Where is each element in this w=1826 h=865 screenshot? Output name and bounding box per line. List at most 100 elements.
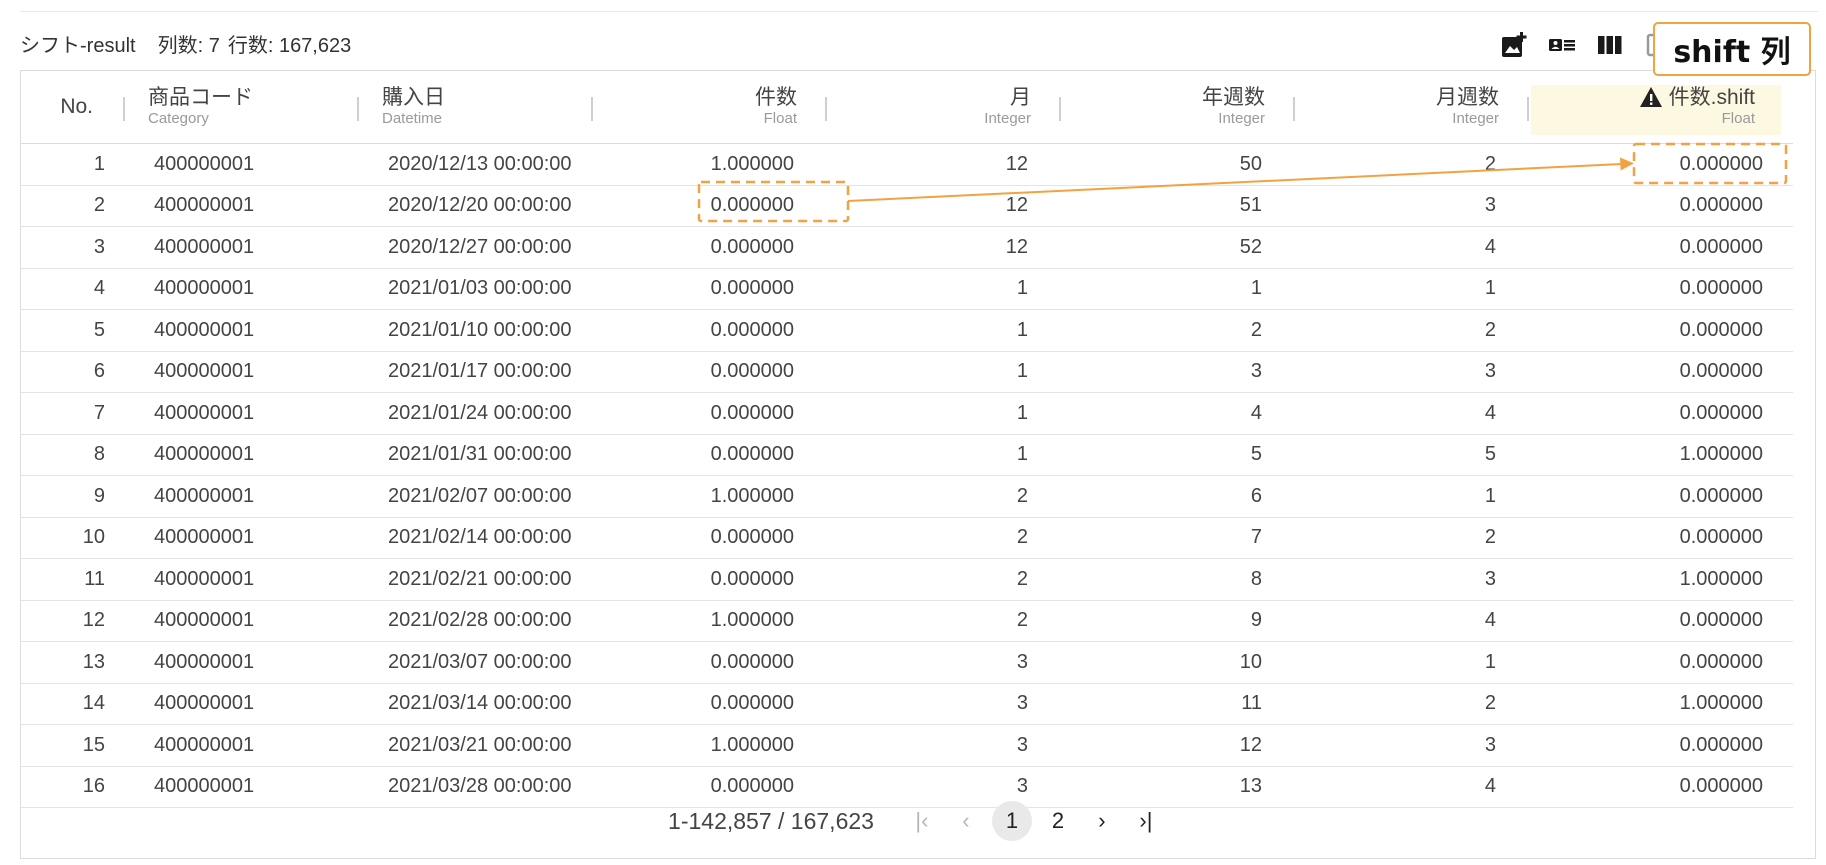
pagination-range: 1-142,857 / 167,623 [668,807,874,834]
page-button-1[interactable]: 1 [991,801,1032,841]
cell-month: 12 [825,185,1059,227]
column-header-month-week[interactable]: 月週数 Integer [1293,71,1527,144]
column-separator[interactable] [825,97,827,121]
cell-product-code: 400000001 [123,641,357,684]
cell-no: 6 [21,351,123,393]
cell-product-code: 400000001 [123,724,357,767]
next-page-button[interactable]: › [1084,801,1120,841]
cell-purchase-date: 2021/02/07 00:00:00 [357,475,591,518]
table-row[interactable]: 4 400000001 2021/01/03 00:00:00 0.000000 1 1 1… [21,268,1793,310]
column-separator[interactable] [357,97,359,121]
cell-month: 2 [825,475,1059,518]
column-header-no[interactable]: No. [21,71,123,144]
table-row[interactable]: 10 400000001 2021/02/14 00:00:00 0.000000 2 7… [21,517,1793,559]
card-list-icon[interactable] [1548,31,1576,59]
cell-product-code: 400000001 [123,558,357,601]
column-name: 件数 [755,86,797,109]
column-header-year-week[interactable]: 年週数 Integer [1059,71,1293,144]
cell-product-code: 400000001 [123,309,357,352]
cell-purchase-date: 2021/01/17 00:00:00 [357,351,591,393]
column-header-month[interactable]: 月 Integer [825,71,1059,144]
table-row[interactable]: 12 400000001 2021/02/28 00:00:00 1.000000 2 9… [21,600,1793,642]
cell-month-week: 3 [1293,351,1527,393]
cell-count: 0.000000 [591,268,825,310]
column-separator[interactable] [1059,97,1061,121]
column-separator[interactable] [123,97,125,121]
cell-no: 11 [21,558,123,601]
column-separator[interactable] [591,97,593,121]
cell-month-week: 2 [1293,517,1527,559]
cell-year-week: 5 [1059,434,1293,476]
column-header-product-code[interactable]: 商品コード Category [123,71,357,144]
column-name: 月 [1010,86,1031,109]
table-row[interactable]: 2 400000001 2020/12/20 00:00:00 0.000000 12 5… [21,185,1793,227]
page-button-2[interactable]: 2 [1040,801,1076,841]
cell-year-week: 4 [1059,392,1293,435]
table-row[interactable]: 6 400000001 2021/01/17 00:00:00 0.000000 1 3 3… [21,351,1793,393]
cell-no: 14 [21,683,123,725]
cell-no: 12 [21,600,123,642]
cell-count-shift: 1.000000 [1527,683,1793,725]
table-row[interactable]: 13 400000001 2021/03/07 00:00:00 0.000000 3 1… [21,641,1793,684]
column-header-count-shift[interactable]: 件数.shift Float [1527,71,1793,144]
cell-month-week: 2 [1293,143,1527,186]
column-separator[interactable] [1293,97,1295,121]
cell-month: 12 [825,143,1059,186]
prev-page-button[interactable]: ‹ [948,801,984,841]
table-row[interactable]: 14 400000001 2021/03/14 00:00:00 0.000000 3 1… [21,683,1793,725]
table-row[interactable]: 15 400000001 2021/03/21 00:00:00 1.000000 3 1… [21,724,1793,767]
table-row[interactable]: 8 400000001 2021/01/31 00:00:00 0.000000 1 5 5… [21,434,1793,476]
cell-product-code: 400000001 [123,600,357,642]
cell-count: 0.000000 [591,434,825,476]
cell-count-shift: 0.000000 [1527,351,1793,393]
table-row[interactable]: 5 400000001 2021/01/10 00:00:00 0.000000 1 2 2… [21,309,1793,352]
add-image-icon[interactable] [1500,31,1528,59]
cell-count-shift: 0.000000 [1527,392,1793,435]
column-type: Integer [984,110,1031,127]
table-row[interactable]: 7 400000001 2021/01/24 00:00:00 0.000000 1 4 4… [21,392,1793,435]
table-row[interactable]: 11 400000001 2021/02/21 00:00:00 0.000000 2 8… [21,558,1793,601]
column-header-count[interactable]: 件数 Float [591,71,825,144]
cell-count-shift: 0.000000 [1527,600,1793,642]
column-header-purchase-date[interactable]: 購入日 Datetime [357,71,591,144]
column-type: Integer [1218,110,1265,127]
data-table: No. 商品コード Category 購入日 Datetime 件数 Float… [21,71,1793,808]
cell-year-week: 6 [1059,475,1293,518]
warning-icon [1639,87,1662,107]
cell-month: 3 [825,724,1059,767]
cell-purchase-date: 2020/12/13 00:00:00 [357,143,591,186]
columns-icon[interactable] [1596,31,1624,59]
cell-no: 2 [21,185,123,227]
cell-month: 1 [825,351,1059,393]
cell-month: 1 [825,268,1059,310]
cell-month: 2 [825,558,1059,601]
cell-year-week: 8 [1059,558,1293,601]
table-row[interactable]: 9 400000001 2021/02/07 00:00:00 1.000000 2 6 1… [21,475,1793,518]
cell-count: 1.000000 [591,475,825,518]
table-row[interactable]: 3 400000001 2020/12/27 00:00:00 0.000000 12 5… [21,226,1793,269]
table-row[interactable]: 1 400000001 2020/12/13 00:00:00 1.000000 12 5… [21,143,1793,186]
cell-month: 1 [825,392,1059,435]
cell-month-week: 5 [1293,434,1527,476]
cell-month-week: 1 [1293,475,1527,518]
cell-product-code: 400000001 [123,268,357,310]
cell-no: 15 [21,724,123,767]
cell-year-week: 9 [1059,600,1293,642]
column-name: 件数.shift [1668,86,1755,109]
cell-purchase-date: 2021/03/14 00:00:00 [357,683,591,725]
first-page-button[interactable]: |‹ [904,801,940,841]
cell-purchase-date: 2021/01/10 00:00:00 [357,309,591,352]
last-page-button[interactable]: ›| [1128,801,1164,841]
cell-no: 9 [21,475,123,518]
cell-purchase-date: 2021/01/03 00:00:00 [357,268,591,310]
cell-year-week: 50 [1059,143,1293,186]
column-name: 商品コード [148,86,253,109]
column-name: 月週数 [1436,86,1499,109]
cell-purchase-date: 2021/01/24 00:00:00 [357,392,591,435]
cell-count-shift: 0.000000 [1527,475,1793,518]
column-count: 列数: 7 [157,34,220,57]
cell-purchase-date: 2020/12/20 00:00:00 [357,185,591,227]
column-name: No. [60,95,93,118]
result-header: シフト-result 列数: 7 行数: 167,623 [20,28,373,58]
cell-count: 0.000000 [591,351,825,393]
